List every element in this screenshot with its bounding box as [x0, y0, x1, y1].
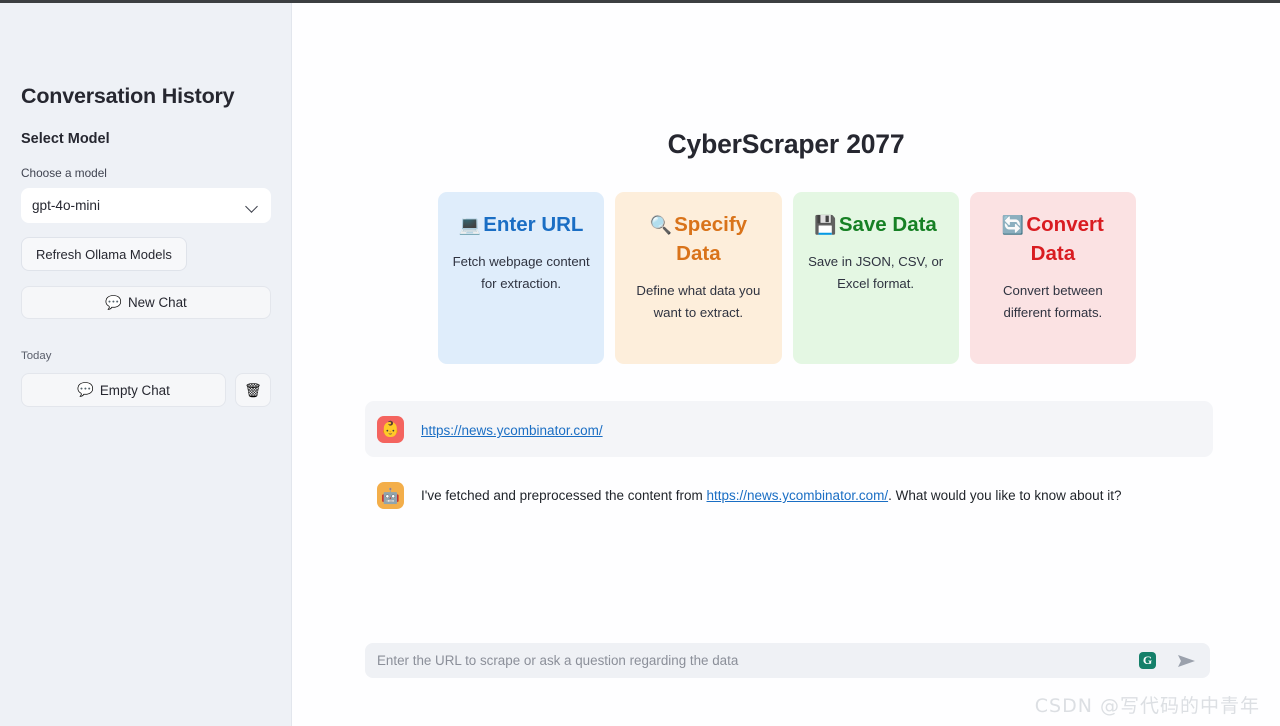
chevron-down-icon [246, 199, 260, 213]
chat-history-row: 💬 Empty Chat 🗑 [21, 373, 271, 407]
feature-card-specify-data: 🔍Specify Data Define what data you want … [615, 192, 782, 364]
watermark: CSDN @写代码的中青年 [1034, 695, 1260, 717]
send-arrow-glyph [1178, 654, 1195, 667]
today-section-label: Today [21, 350, 52, 362]
feature-card-save-data: 💾Save Data Save in JSON, CSV, or Excel f… [792, 192, 959, 364]
trash-icon: 🗑 [244, 381, 262, 398]
new-chat-button[interactable]: 💬 New Chat [21, 286, 271, 319]
main-content: CyberScraper 2077 💻Enter URL Fetch webpa… [292, 0, 1280, 726]
delete-chat-button[interactable]: 🗑 [235, 373, 271, 407]
refresh-arrows-icon: 🔄 [1001, 215, 1025, 235]
feature-card-title: 🔄Convert Data [984, 210, 1122, 268]
message-link[interactable]: https://news.ycombinator.com/ [707, 488, 889, 503]
message-link[interactable]: https://news.ycombinator.com/ [421, 423, 603, 438]
speech-bubble-icon: 💬 [105, 294, 122, 310]
page-title: CyberScraper 2077 [667, 129, 905, 159]
laptop-icon: 💻 [458, 215, 482, 235]
feature-card-enter-url: 💻Enter URL Fetch webpage content for ext… [438, 192, 605, 364]
message-text-before: I've fetched and preprocessed the conten… [421, 488, 707, 503]
chat-item-label: Empty Chat [99, 382, 170, 398]
sidebar-title: Conversation History [21, 84, 235, 108]
feature-card-title-text: Specify Data [674, 213, 748, 266]
select-model-heading: Select Model [21, 131, 110, 147]
send-icon[interactable] [1176, 651, 1198, 671]
message-assistant: 🤖 I've fetched and preprocessed the cont… [365, 482, 1213, 509]
floppy-disk-icon: 💾 [814, 215, 837, 235]
message-assistant-body: I've fetched and preprocessed the conten… [421, 482, 1121, 506]
chat-item-empty-chat[interactable]: 💬 Empty Chat [21, 373, 226, 407]
feature-card-desc: Define what data you want to extract. [636, 283, 761, 321]
chat-input-bar[interactable]: Enter the URL to scrape or ask a questio… [365, 643, 1210, 678]
model-select-value: gpt-4o-mini [32, 198, 100, 213]
feature-card-title: 💾Save Data [807, 210, 945, 239]
message-user: 👶 https://news.ycombinator.com/ [365, 401, 1213, 457]
choose-model-label: Choose a model [21, 166, 107, 180]
feature-card-title-text: Convert Data [1026, 213, 1104, 266]
feature-card-title: 🔍Specify Data [629, 210, 767, 268]
chat-input-field[interactable]: Enter the URL to scrape or ask a questio… [377, 653, 1139, 668]
feature-cards: 💻Enter URL Fetch webpage content for ext… [438, 192, 1136, 364]
avatar-user: 👶 [377, 415, 404, 443]
feature-card-desc: Save in JSON, CSV, or Excel format. [808, 254, 944, 292]
sidebar: Conversation History Select Model Choose… [0, 0, 292, 726]
magnifier-icon: 🔍 [649, 215, 673, 235]
new-chat-label: New Chat [127, 295, 187, 310]
message-text-after: . What would you like to know about it? [888, 488, 1122, 503]
avatar-assistant: 🤖 [377, 482, 404, 509]
message-user-body: https://news.ycombinator.com/ [421, 417, 603, 441]
feature-card-desc: Fetch webpage content for extraction. [452, 254, 590, 292]
app-root: Conversation History Select Model Choose… [0, 0, 1280, 726]
feature-card-title-text: Save Data [838, 213, 937, 236]
feature-card-convert-data: 🔄Convert Data Convert between different … [969, 192, 1136, 364]
baby-face-icon: 👶 [381, 421, 400, 438]
feature-card-desc: Convert between different formats. [1003, 283, 1103, 321]
grammarly-letter: G [1142, 653, 1153, 667]
refresh-ollama-models-button[interactable]: Refresh Ollama Models [21, 237, 187, 271]
speech-bubble-icon: 💬 [77, 382, 94, 397]
feature-card-title: 💻Enter URL [452, 210, 590, 239]
model-select-dropdown[interactable]: gpt-4o-mini [21, 188, 271, 223]
grammarly-icon[interactable]: G [1139, 652, 1156, 669]
robot-icon: 🤖 [381, 487, 400, 505]
feature-card-title-text: Enter URL [483, 213, 584, 236]
window-top-strip [0, 0, 1280, 3]
